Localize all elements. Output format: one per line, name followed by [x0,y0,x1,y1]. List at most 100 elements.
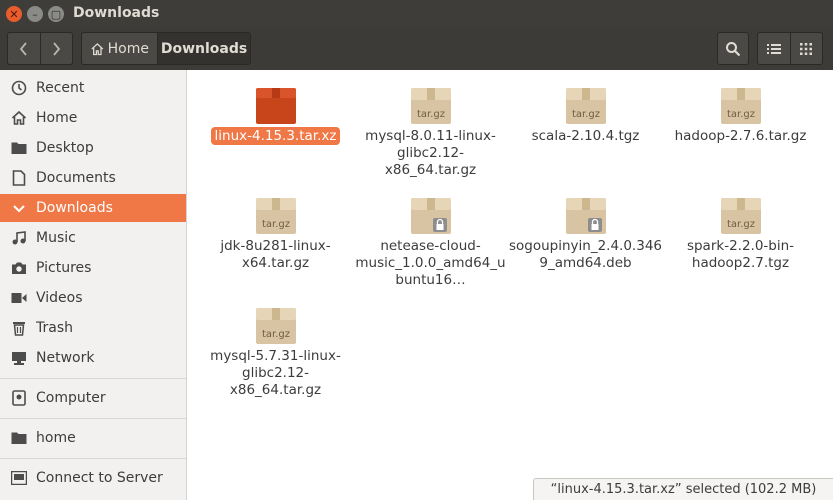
tar-gz-icon: tar.gz [719,86,763,126]
file-name: sogoupinyin_2.4.0.3469_amd64.deb [508,238,662,271]
xz-archive-icon [254,86,298,126]
search-button[interactable] [717,32,749,65]
maximize-window-button[interactable]: ▢ [48,6,64,22]
grid-view-button[interactable] [789,33,823,64]
breadcrumb-home-label: Home [107,40,149,57]
view-mode-group [757,32,823,65]
file-item[interactable]: tar.gz hadoop-2.7.6.tar.gz [663,86,818,145]
sidebar-item-label: Downloads [36,200,113,216]
maximize-icon: ▢ [50,7,62,21]
grid-view-icon [800,42,813,55]
file-item[interactable]: sogoupinyin_2.4.0.3469_amd64.deb [508,196,663,272]
folder-icon [10,139,28,157]
file-name: linux-4.15.3.tar.xz [210,127,341,145]
chevron-right-icon [53,41,61,56]
sidebar-item-label: Trash [36,320,73,336]
sidebar-item-label: Desktop [36,140,94,156]
sidebar-item-label: Music [36,230,76,246]
sidebar-item-computer[interactable]: Computer [0,384,186,412]
file-grid: linux-4.15.3.tar.xz tar.gz mysql-8.0.11-… [188,70,833,500]
sidebar-item-music[interactable]: Music [0,224,186,252]
icon-label: tar.gz [261,219,289,230]
forward-button[interactable] [39,33,73,64]
list-view-button[interactable] [758,33,790,64]
tar-gz-icon: tar.gz [254,306,298,346]
sidebar-item-recent[interactable]: Recent [0,74,186,102]
sidebar-item-videos[interactable]: Videos [0,284,186,312]
sidebar-divider [0,458,186,459]
sidebar-item-label: Pictures [36,260,92,276]
chevron-left-icon [19,41,27,56]
sidebar-item-downloads[interactable]: Downloads [0,194,186,222]
close-icon: ✕ [9,7,19,21]
file-name: netease-cloud-music_1.0.0_amd64_ubuntu16… [355,238,506,288]
breadcrumb-downloads[interactable]: Downloads [157,33,250,64]
music-icon [10,229,28,247]
tar-gz-icon: tar.gz [409,86,453,126]
minimize-window-button[interactable]: – [27,6,43,22]
back-button[interactable] [8,33,40,64]
sidebar-item-documents[interactable]: Documents [0,164,186,192]
file-item[interactable]: tar.gz mysql-8.0.11-linux-glibc2.12-x86_… [353,86,508,179]
file-name: mysql-5.7.31-linux-glibc2.12-x86_64.tar.… [210,348,341,398]
file-name: hadoop-2.7.6.tar.gz [674,128,807,144]
sidebar-item-pictures[interactable]: Pictures [0,254,186,282]
file-item[interactable]: tar.gz jdk-8u281-linux-x64.tar.gz [198,196,353,272]
server-icon [10,469,28,487]
icon-label: tar.gz [416,109,444,120]
tar-gz-icon: tar.gz [564,86,608,126]
sidebar-item-connect-to-server[interactable]: Connect to Server [0,464,186,492]
deb-package-icon [409,196,453,236]
minimize-icon: – [32,7,38,21]
file-name: jdk-8u281-linux-x64.tar.gz [220,238,331,271]
search-icon [726,41,741,56]
document-icon [10,169,28,187]
sidebar-divider [0,418,186,419]
breadcrumb-home[interactable]: Home [82,33,157,64]
tar-gz-icon: tar.gz [254,196,298,236]
sidebar-item-label: Connect to Server [36,470,163,486]
file-name: mysql-8.0.11-linux-glibc2.12-x86_64.tar.… [365,128,496,178]
sidebar-item-label: Videos [36,290,83,306]
trash-icon [10,319,28,337]
download-icon [10,199,28,217]
file-item[interactable]: netease-cloud-music_1.0.0_amd64_ubuntu16… [353,196,508,289]
breadcrumb-current-label: Downloads [160,40,248,57]
icon-label: tar.gz [726,219,754,230]
video-icon [10,289,28,307]
network-icon [10,349,28,367]
close-window-button[interactable]: ✕ [6,6,22,22]
camera-icon [10,259,28,277]
title-bar: ✕ – ▢ Downloads [0,0,833,28]
sidebar-item-desktop[interactable]: Desktop [0,134,186,162]
list-view-icon [766,43,781,54]
drive-icon [10,389,28,407]
sidebar-item-label: Recent [36,80,85,96]
sidebar-item-trash[interactable]: Trash [0,314,186,342]
home-icon [91,42,104,55]
tar-gz-icon: tar.gz [719,196,763,236]
clock-icon [10,79,28,97]
sidebar-item-home[interactable]: Home [0,104,186,132]
sidebar-item-label: Documents [36,170,116,186]
sidebar-item-home-folder[interactable]: home [0,424,186,452]
file-item[interactable]: tar.gz mysql-5.7.31-linux-glibc2.12-x86_… [198,306,353,399]
file-item[interactable]: tar.gz spark-2.2.0-bin-hadoop2.7.tgz [663,196,818,272]
status-bar: “linux-4.15.3.tar.xz” selected (102.2 MB… [533,478,833,500]
icon-label: tar.gz [726,109,754,120]
sidebar-item-label: Computer [36,390,106,406]
file-item[interactable]: tar.gz scala-2.10.4.tgz [508,86,663,145]
sidebar-item-label: Network [36,350,95,366]
file-name: spark-2.2.0-bin-hadoop2.7.tgz [686,238,795,271]
file-item[interactable]: linux-4.15.3.tar.xz [198,86,353,145]
home-icon [10,109,28,127]
file-name: scala-2.10.4.tgz [531,128,640,144]
sidebar-item-network[interactable]: Network [0,344,186,372]
toolbar: Home Downloads [0,28,833,70]
sidebar-item-label: home [36,430,76,446]
sidebar-divider [0,378,186,379]
breadcrumb: Home Downloads [81,32,251,65]
deb-package-icon [564,196,608,236]
folder-icon [10,429,28,447]
sidebar: Recent Home Desktop Documents Downloads … [0,70,187,500]
